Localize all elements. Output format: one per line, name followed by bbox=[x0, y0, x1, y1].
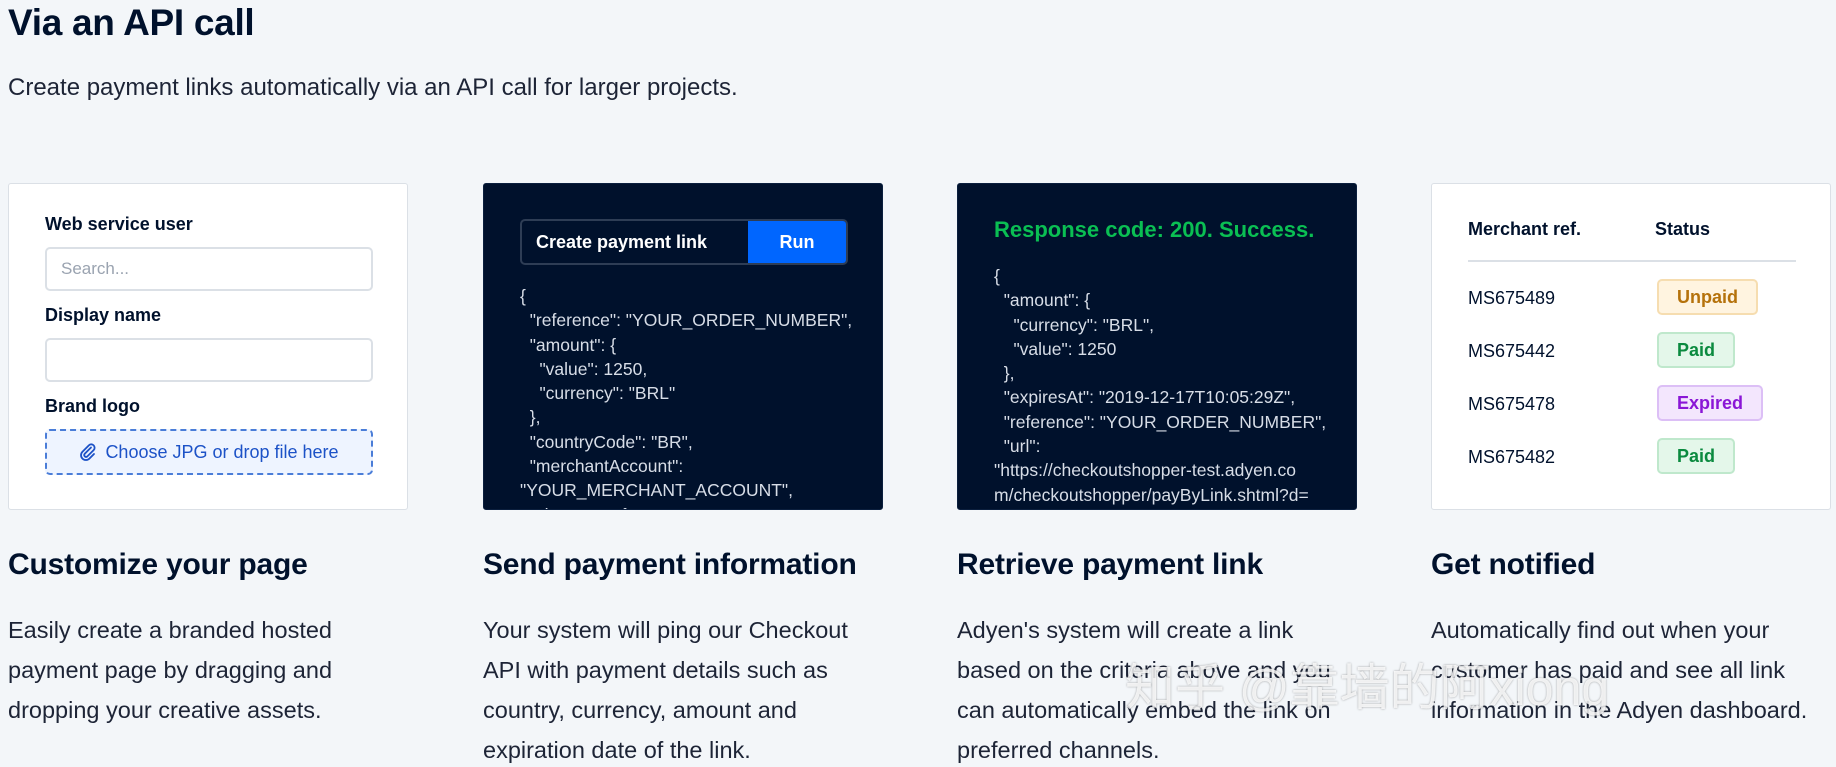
step-title-customize: Customize your page bbox=[8, 548, 308, 581]
response-code: { "amount": { "currency": "BRL", "value"… bbox=[994, 266, 1327, 509]
web-service-user-label: Web service user bbox=[45, 214, 193, 234]
merchant-ref-header: Merchant ref. bbox=[1468, 219, 1582, 239]
step-text-send: Your system will ping our Checkout API w… bbox=[483, 617, 848, 763]
request-card: Create payment link Run { "reference": "… bbox=[483, 183, 883, 510]
step-text-retrieve: Adyen's system will create a link based … bbox=[957, 617, 1331, 763]
status-badge-expired: Expired bbox=[1657, 385, 1764, 421]
step-title-notified: Get notified bbox=[1431, 548, 1596, 581]
step-text-customize: Easily create a branded hosted payment p… bbox=[8, 617, 333, 723]
table-row-ref: MS675489 bbox=[1468, 288, 1556, 308]
status-badge-paid: Paid bbox=[1657, 332, 1736, 368]
dropzone-text: Choose JPG or drop file here bbox=[105, 441, 339, 462]
paperclip-icon bbox=[80, 443, 96, 461]
status-badge-unpaid: Unpaid bbox=[1657, 279, 1758, 315]
display-name-label: Display name bbox=[45, 305, 162, 325]
web-service-user-search-input[interactable] bbox=[45, 247, 373, 291]
request-bar: Create payment link Run bbox=[520, 219, 848, 265]
step-title-send: Send payment information bbox=[483, 548, 857, 581]
page: Via an API call Create payment links aut… bbox=[0, 0, 1836, 767]
status-badge-paid: Paid bbox=[1657, 438, 1736, 474]
step-text-notified: Automatically find out when your custome… bbox=[1431, 617, 1808, 723]
display-name-input[interactable] bbox=[45, 338, 373, 382]
brand-logo-label: Brand logo bbox=[45, 396, 140, 416]
response-card: Response code: 200. Success. { "amount":… bbox=[957, 183, 1357, 510]
customize-form-card: Web service user Display name Brand logo… bbox=[8, 183, 408, 510]
response-status: Response code: 200. Success. bbox=[994, 217, 1315, 242]
status-header: Status bbox=[1655, 219, 1711, 239]
run-button[interactable]: Run bbox=[748, 221, 846, 263]
status-card: Merchant ref. Status MS675489 Unpaid MS6… bbox=[1431, 183, 1831, 510]
step-title-retrieve: Retrieve payment link bbox=[957, 548, 1263, 581]
table-row-ref: MS675442 bbox=[1468, 341, 1556, 361]
brand-logo-dropzone[interactable]: Choose JPG or drop file here bbox=[45, 429, 373, 475]
table-row-ref: MS675478 bbox=[1468, 394, 1556, 414]
create-payment-link-label: Create payment link bbox=[536, 231, 708, 252]
table-divider bbox=[1468, 260, 1796, 262]
table-row-ref: MS675482 bbox=[1468, 447, 1556, 467]
page-title: Via an API call bbox=[8, 2, 255, 43]
request-code: { "reference": "YOUR_ORDER_NUMBER", "amo… bbox=[520, 286, 853, 509]
page-subtitle: Create payment links automatically via a… bbox=[8, 74, 738, 101]
